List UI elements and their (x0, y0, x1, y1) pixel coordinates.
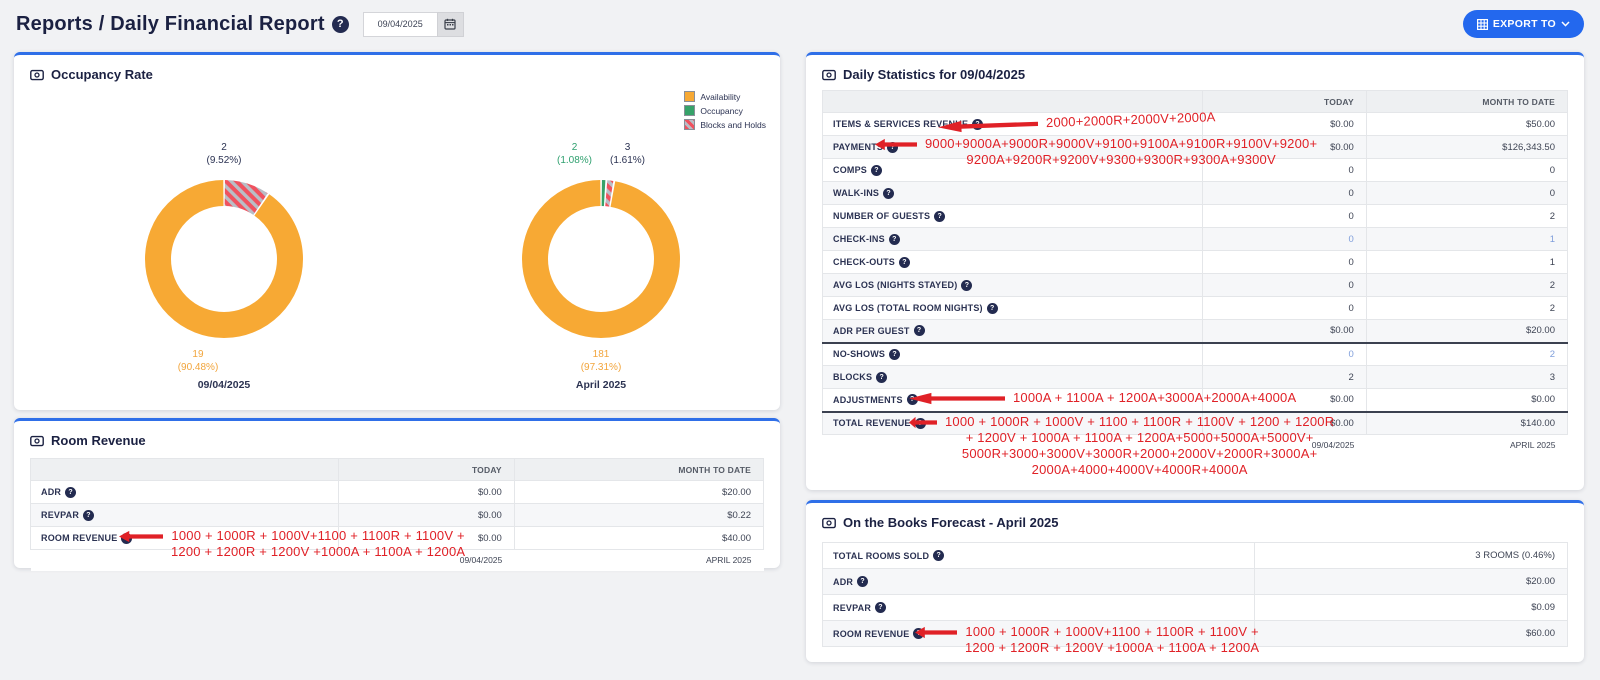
footer-date-mtd: APRIL 2025 (1366, 435, 1567, 456)
table-row: CHECK-INS? 0 1 (823, 228, 1568, 251)
room-revenue-card-title: Room Revenue (51, 433, 146, 448)
help-icon[interactable]: ? (934, 211, 945, 222)
room-revenue-card: Room Revenue TODAY MONTH TO DATE ADR? $0… (14, 418, 780, 568)
occupancy-count-label: 2 (1.08%) (557, 141, 592, 167)
table-row: PAYMENTS? 9000+9000A+9000R+9000V+9100+91… (823, 136, 1568, 159)
section-camera-icon (30, 435, 44, 447)
availability-count-label: 19 (90.48%) (178, 348, 219, 374)
table-row: REVPAR? $0.09 (823, 595, 1568, 621)
help-icon[interactable]: ? (899, 257, 910, 268)
occupancy-swatch-icon (684, 105, 695, 116)
section-camera-icon (30, 69, 44, 81)
footer-date-today: 09/04/2025 (338, 550, 514, 571)
help-icon[interactable]: ? (121, 533, 132, 544)
help-icon[interactable]: ? (887, 142, 898, 153)
blocks-count-label: 2 (9.52%) (206, 141, 241, 167)
help-icon[interactable]: ? (972, 119, 983, 130)
table-row: ROOM REVENUE? 1000 + 1000R + 1000V+1100 … (31, 527, 764, 550)
col-month-to-date: MONTH TO DATE (1366, 91, 1567, 113)
table-row: ADR? $20.00 (823, 569, 1568, 595)
occupancy-donut-today[interactable] (138, 173, 310, 345)
table-row: AVG LOS (TOTAL ROOM NIGHTS)? 0 2 (823, 297, 1568, 320)
table-row: ADR? $0.00 $20.00 (31, 481, 764, 504)
col-month-to-date: MONTH TO DATE (514, 459, 763, 481)
calendar-icon (444, 18, 456, 30)
export-to-button[interactable]: EXPORT TO (1463, 10, 1584, 38)
table-row: WALK-INS? 0 0 (823, 182, 1568, 205)
top-header-bar: Reports / Daily Financial Report ? EXPOR… (0, 0, 1600, 48)
chart-caption-date: 09/04/2025 (198, 379, 251, 391)
help-icon[interactable]: ? (83, 510, 94, 521)
table-row: NO-SHOWS? 0 2 (823, 343, 1568, 366)
col-today: TODAY (1202, 91, 1366, 113)
help-icon[interactable]: ? (875, 602, 886, 613)
availability-count-label: 181 (97.31%) (581, 348, 622, 374)
help-icon[interactable]: ? (987, 303, 998, 314)
occupancy-donut-month[interactable] (515, 173, 687, 345)
page-title: Reports / Daily Financial Report (16, 13, 325, 36)
table-header-row: TODAY MONTH TO DATE (823, 91, 1568, 113)
table-row: NUMBER OF GUESTS? 0 2 (823, 205, 1568, 228)
help-icon[interactable]: ? (65, 487, 76, 498)
table-grid-icon (1477, 19, 1488, 30)
help-icon[interactable]: ? (933, 550, 944, 561)
table-header-row: TODAY MONTH TO DATE (31, 459, 764, 481)
daily-statistics-card-title: Daily Statistics for 09/04/2025 (843, 67, 1025, 82)
occupancy-card-title: Occupancy Rate (51, 67, 153, 82)
table-row: ROOM REVENUE? 1000 + 1000R + 1000V+1100 … (823, 621, 1568, 647)
help-icon[interactable]: ? (889, 349, 900, 360)
report-date-group (363, 12, 464, 37)
otb-card-title: On the Books Forecast - April 2025 (843, 515, 1059, 530)
room-revenue-table: TODAY MONTH TO DATE ADR? $0.00 $20.00 RE… (30, 458, 764, 571)
footer-date-today: 09/04/2025 (1202, 435, 1366, 456)
donut-chart-month: 2 (1.08%) 3 (1.61%) 181 (97.31%) April 2… (446, 121, 756, 391)
help-icon[interactable]: ? (876, 372, 887, 383)
availability-swatch-icon (684, 91, 695, 102)
table-row: TOTAL ROOMS SOLD? 3 ROOMS (0.46%) (823, 543, 1568, 569)
donut-chart-today: 2 (9.52%) 19 (90.48%) 09/04/2025 (69, 121, 379, 391)
help-icon[interactable]: ? (915, 418, 926, 429)
help-icon[interactable]: ? (907, 394, 918, 405)
table-row: BLOCKS? 2 3 (823, 366, 1568, 389)
table-row: AVG LOS (NIGHTS STAYED)? 0 2 (823, 274, 1568, 297)
help-icon[interactable]: ? (871, 165, 882, 176)
help-icon[interactable]: ? (883, 188, 894, 199)
chevron-down-icon (1561, 21, 1570, 27)
help-icon[interactable]: ? (332, 16, 349, 33)
table-row: CHECK-OUTS? 0 1 (823, 251, 1568, 274)
help-icon[interactable]: ? (857, 576, 868, 587)
calendar-button[interactable] (437, 12, 464, 37)
help-icon[interactable]: ? (889, 234, 900, 245)
section-camera-icon (822, 517, 836, 529)
table-row: REVPAR? $0.00 $0.22 (31, 504, 764, 527)
annotation-arrow-icon (909, 392, 1005, 405)
table-footer-row: 09/04/2025 APRIL 2025 (31, 550, 764, 571)
legend-item-occupancy[interactable]: Occupancy (684, 105, 766, 116)
help-icon[interactable]: ? (961, 280, 972, 291)
chart-caption-month: April 2025 (576, 379, 626, 391)
daily-statistics-table: TODAY MONTH TO DATE ITEMS & SERVICES REV… (822, 90, 1568, 456)
help-icon[interactable]: ? (913, 628, 924, 639)
on-the-books-forecast-card: On the Books Forecast - April 2025 TOTAL… (806, 500, 1584, 662)
legend-item-availability[interactable]: Availability (684, 91, 766, 102)
blocks-count-label: 3 (1.61%) (610, 141, 645, 167)
table-row: ITEMS & SERVICES REVENUE? 2000+2000R+200… (823, 113, 1568, 136)
on-the-books-table: TOTAL ROOMS SOLD? 3 ROOMS (0.46%) ADR? $… (822, 542, 1568, 647)
table-row: ADJUSTMENTS? 1000A + 1100A + 1200A+3000A… (823, 389, 1568, 412)
annotation-otb-room-revenue: 1000 + 1000R + 1000V+1100 + 1100R + 1100… (915, 624, 1259, 656)
footer-date-mtd: APRIL 2025 (514, 550, 763, 571)
help-icon[interactable]: ? (914, 325, 925, 336)
report-date-input[interactable] (363, 12, 437, 37)
table-row: TOTAL REVENUE? 1000 + 1000R + 1000V + 11… (823, 412, 1568, 435)
export-to-label: EXPORT TO (1493, 18, 1556, 30)
daily-statistics-card: Daily Statistics for 09/04/2025 TODAY MO… (806, 52, 1584, 490)
section-camera-icon (822, 69, 836, 81)
table-footer-row: 09/04/2025 APRIL 2025 (823, 435, 1568, 456)
col-today: TODAY (338, 459, 514, 481)
occupancy-rate-card: Occupancy Rate Availability Occupancy Bl… (14, 52, 780, 410)
table-row: ADR PER GUEST? $0.00 $20.00 (823, 320, 1568, 343)
table-row: COMPS? 0 0 (823, 159, 1568, 182)
